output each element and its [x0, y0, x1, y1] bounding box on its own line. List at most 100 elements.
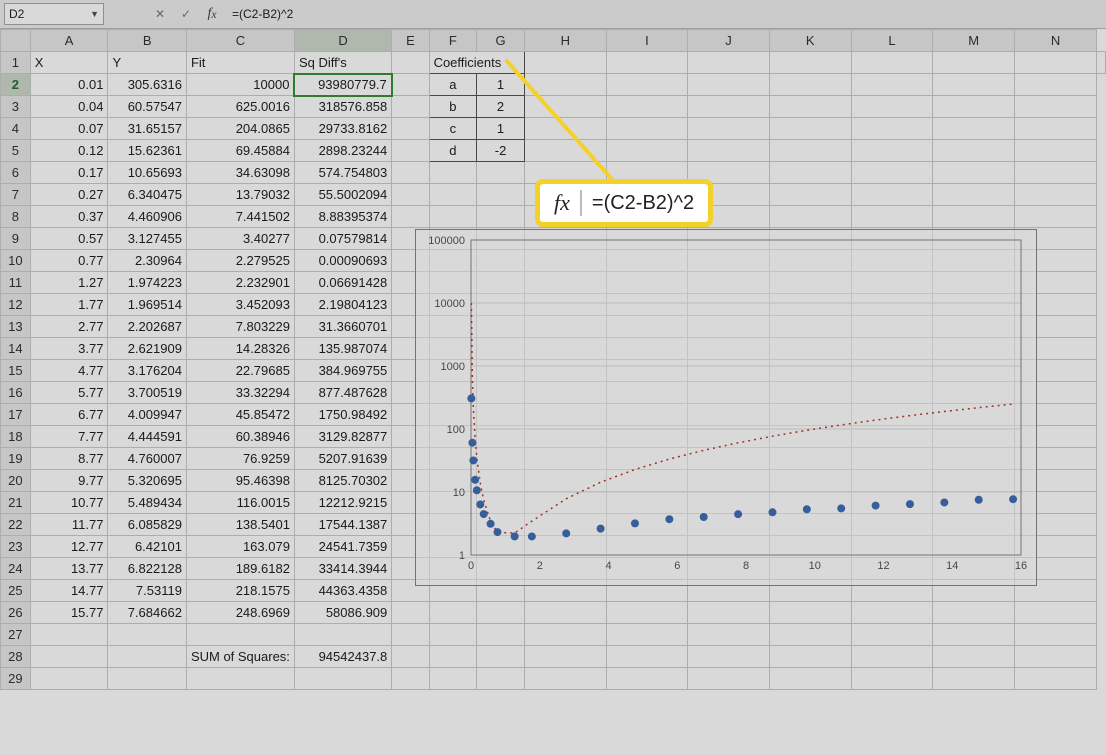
cell-D13[interactable]: 31.3660701 [294, 316, 391, 338]
cell-C13[interactable]: 7.803229 [186, 316, 294, 338]
cell-I27[interactable] [606, 624, 688, 646]
cell-K2[interactable] [769, 74, 851, 96]
cell-M8[interactable] [933, 206, 1015, 228]
cell-J3[interactable] [688, 96, 770, 118]
cell-E7[interactable] [392, 184, 429, 206]
cell-B5[interactable]: 15.62361 [108, 140, 186, 162]
cell-H29[interactable] [524, 668, 606, 690]
column-header-M[interactable]: M [933, 30, 1015, 52]
cell-C2[interactable]: 10000 [186, 74, 294, 96]
column-header-L[interactable]: L [851, 30, 933, 52]
cell-E1[interactable] [392, 52, 429, 74]
cell-D10[interactable]: 0.00090693 [294, 250, 391, 272]
cell-C27[interactable] [186, 624, 294, 646]
row-header-16[interactable]: 16 [1, 382, 31, 404]
cell-B12[interactable]: 1.969514 [108, 294, 186, 316]
column-header-G[interactable]: G [477, 30, 525, 52]
cell-H5[interactable] [524, 140, 606, 162]
cell-N4[interactable] [1015, 118, 1097, 140]
cell-A5[interactable]: 0.12 [30, 140, 108, 162]
cell-M3[interactable] [933, 96, 1015, 118]
cell-D26[interactable]: 58086.909 [294, 602, 391, 624]
cell-I26[interactable] [606, 602, 688, 624]
cell-A21[interactable]: 10.77 [30, 492, 108, 514]
column-header-B[interactable]: B [108, 30, 186, 52]
cell-B19[interactable]: 4.760007 [108, 448, 186, 470]
cell-B29[interactable] [108, 668, 186, 690]
cell-B10[interactable]: 2.30964 [108, 250, 186, 272]
row-header-5[interactable]: 5 [1, 140, 31, 162]
cell-C12[interactable]: 3.452093 [186, 294, 294, 316]
cell-C24[interactable]: 189.6182 [186, 558, 294, 580]
cell-D12[interactable]: 2.19804123 [294, 294, 391, 316]
cell-K29[interactable] [769, 668, 851, 690]
cell-D3[interactable]: 318576.858 [294, 96, 391, 118]
cell-F5[interactable]: d [429, 140, 477, 162]
cell-D19[interactable]: 5207.91639 [294, 448, 391, 470]
cell-A12[interactable]: 1.77 [30, 294, 108, 316]
cell-A17[interactable]: 6.77 [30, 404, 108, 426]
fx-icon[interactable]: fx [200, 3, 224, 25]
cell-M7[interactable] [933, 184, 1015, 206]
cell-D16[interactable]: 877.487628 [294, 382, 391, 404]
row-header-20[interactable]: 20 [1, 470, 31, 492]
cell-B6[interactable]: 10.65693 [108, 162, 186, 184]
cell-C10[interactable]: 2.279525 [186, 250, 294, 272]
row-header-24[interactable]: 24 [1, 558, 31, 580]
cell-C28[interactable]: SUM of Squares: [186, 646, 294, 668]
cell-L1[interactable] [933, 52, 1015, 74]
cell-A28[interactable] [30, 646, 108, 668]
cell-D15[interactable]: 384.969755 [294, 360, 391, 382]
cell-A26[interactable]: 15.77 [30, 602, 108, 624]
cell-H4[interactable] [524, 118, 606, 140]
cell-I5[interactable] [606, 140, 688, 162]
cell-F3[interactable]: b [429, 96, 477, 118]
cell-D27[interactable] [294, 624, 391, 646]
column-header-I[interactable]: I [606, 30, 688, 52]
formula-input[interactable]: =(C2-B2)^2 [226, 7, 1102, 21]
cell-B27[interactable] [108, 624, 186, 646]
cell-A25[interactable]: 14.77 [30, 580, 108, 602]
row-header-10[interactable]: 10 [1, 250, 31, 272]
cell-A2[interactable]: 0.01 [30, 74, 108, 96]
cell-B16[interactable]: 3.700519 [108, 382, 186, 404]
cell-E3[interactable] [392, 96, 429, 118]
row-header-23[interactable]: 23 [1, 536, 31, 558]
spreadsheet-grid[interactable]: ABCDEFGHIJKLMN 1XYFitSq Diff'sCoefficien… [0, 29, 1106, 690]
cell-D25[interactable]: 44363.4358 [294, 580, 391, 602]
cell-M2[interactable] [933, 74, 1015, 96]
cell-B3[interactable]: 60.57547 [108, 96, 186, 118]
cell-I28[interactable] [606, 646, 688, 668]
cell-G26[interactable] [477, 602, 525, 624]
column-header-J[interactable]: J [688, 30, 770, 52]
cell-A11[interactable]: 1.27 [30, 272, 108, 294]
cell-J2[interactable] [688, 74, 770, 96]
cell-N28[interactable] [1015, 646, 1097, 668]
cell-D7[interactable]: 55.5002094 [294, 184, 391, 206]
cell-A29[interactable] [30, 668, 108, 690]
row-header-18[interactable]: 18 [1, 426, 31, 448]
cell-K28[interactable] [769, 646, 851, 668]
cell-D21[interactable]: 12212.9215 [294, 492, 391, 514]
cell-C8[interactable]: 7.441502 [186, 206, 294, 228]
cell-G7[interactable] [477, 184, 525, 206]
cell-E6[interactable] [392, 162, 429, 184]
cell-B1[interactable]: Y [108, 52, 186, 74]
cell-D23[interactable]: 24541.7359 [294, 536, 391, 558]
cell-C5[interactable]: 69.45884 [186, 140, 294, 162]
cell-A15[interactable]: 4.77 [30, 360, 108, 382]
cell-C16[interactable]: 33.32294 [186, 382, 294, 404]
cell-M4[interactable] [933, 118, 1015, 140]
cell-L3[interactable] [851, 96, 933, 118]
cell-J1[interactable] [769, 52, 851, 74]
cell-C3[interactable]: 625.0016 [186, 96, 294, 118]
row-header-12[interactable]: 12 [1, 294, 31, 316]
cell-A16[interactable]: 5.77 [30, 382, 108, 404]
cell-N27[interactable] [1015, 624, 1097, 646]
cell-L7[interactable] [851, 184, 933, 206]
cell-D1[interactable]: Sq Diff's [294, 52, 391, 74]
cell-C19[interactable]: 76.9259 [186, 448, 294, 470]
cell-I2[interactable] [606, 74, 688, 96]
cell-L2[interactable] [851, 74, 933, 96]
cancel-formula-icon[interactable]: ✕ [148, 3, 172, 25]
